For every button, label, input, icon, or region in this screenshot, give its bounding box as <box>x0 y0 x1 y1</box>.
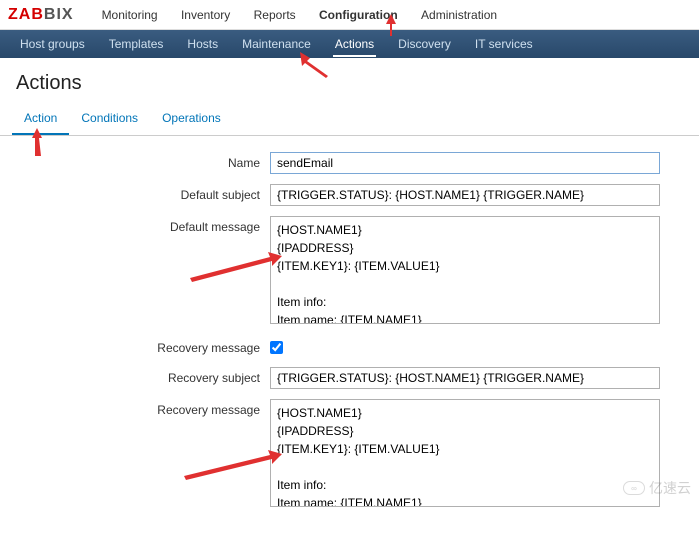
topnav-administration[interactable]: Administration <box>421 8 497 22</box>
tab-action[interactable]: Action <box>12 103 69 135</box>
subnav-templates[interactable]: Templates <box>107 31 166 57</box>
topnav-inventory[interactable]: Inventory <box>181 8 230 22</box>
label-default-subject: Default subject <box>0 184 270 202</box>
logo: ZABBIX <box>8 6 74 24</box>
row-recovery-message: Recovery message <box>0 399 675 510</box>
page-title: Actions <box>0 58 699 103</box>
row-recovery-subject: Recovery subject <box>0 367 675 389</box>
name-input[interactable] <box>270 152 660 174</box>
row-default-subject: Default subject <box>0 184 675 206</box>
subnav: Host groups Templates Hosts Maintenance … <box>0 30 699 58</box>
label-default-message: Default message <box>0 216 270 234</box>
subnav-it-services[interactable]: IT services <box>473 31 535 57</box>
logo-part1: ZAB <box>8 6 44 23</box>
subnav-hosts[interactable]: Hosts <box>185 31 220 57</box>
cloud-icon: ∞ <box>623 481 645 495</box>
subnav-host-groups[interactable]: Host groups <box>18 31 87 57</box>
subnav-actions[interactable]: Actions <box>333 31 376 57</box>
row-default-message: Default message <box>0 216 675 327</box>
label-recovery-checkbox: Recovery message <box>0 337 270 355</box>
topbar: ZABBIX Monitoring Inventory Reports Conf… <box>0 0 699 30</box>
tab-operations[interactable]: Operations <box>150 103 233 135</box>
subnav-discovery[interactable]: Discovery <box>396 31 453 57</box>
action-form: Name Default subject Default message Rec… <box>0 136 699 536</box>
recovery-subject-input[interactable] <box>270 367 660 389</box>
topnav-configuration[interactable]: Configuration <box>319 8 398 22</box>
subnav-maintenance[interactable]: Maintenance <box>240 31 313 57</box>
label-name: Name <box>0 152 270 170</box>
label-recovery-subject: Recovery subject <box>0 367 270 385</box>
logo-part2: BIX <box>44 6 74 23</box>
topnav: Monitoring Inventory Reports Configurati… <box>92 8 507 22</box>
recovery-message-textarea[interactable] <box>270 399 660 507</box>
recovery-checkbox[interactable] <box>270 341 283 354</box>
form-tabs: Action Conditions Operations <box>0 103 699 136</box>
watermark-text: 亿速云 <box>649 478 691 498</box>
default-message-textarea[interactable] <box>270 216 660 324</box>
tab-conditions[interactable]: Conditions <box>69 103 150 135</box>
topnav-reports[interactable]: Reports <box>254 8 296 22</box>
default-subject-input[interactable] <box>270 184 660 206</box>
row-recovery-checkbox: Recovery message <box>0 337 675 357</box>
topnav-monitoring[interactable]: Monitoring <box>102 8 158 22</box>
row-name: Name <box>0 152 675 174</box>
label-recovery-message: Recovery message <box>0 399 270 417</box>
watermark: ∞ 亿速云 <box>623 478 691 498</box>
